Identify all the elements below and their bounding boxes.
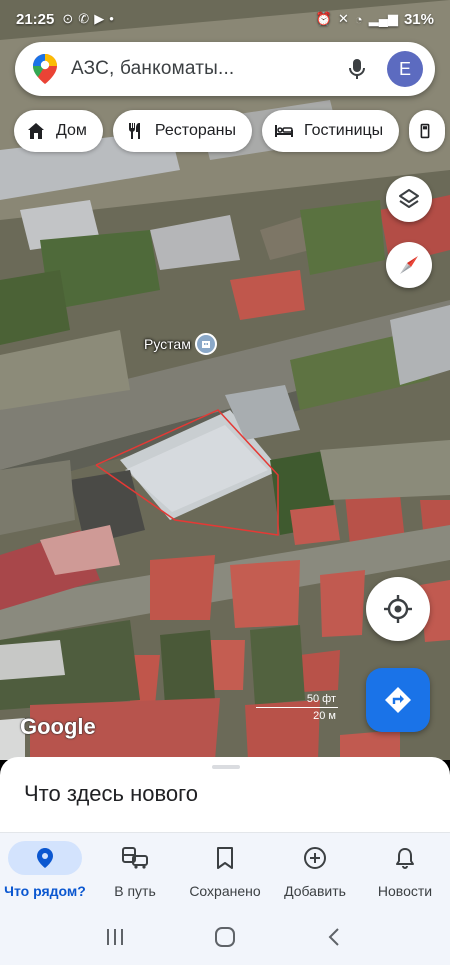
nav-icon-wrap (8, 841, 82, 875)
nav-contribute[interactable]: Добавить (270, 833, 360, 908)
nav-go[interactable]: В путь (90, 833, 180, 908)
nav-label: Новости (377, 883, 433, 899)
sheet-handle[interactable] (212, 765, 240, 769)
chip-label: Рестораны (154, 122, 236, 139)
bookmark-icon (217, 847, 233, 869)
bell-icon (396, 848, 414, 869)
category-chips: Дом Рестораны Гостиницы (14, 110, 446, 152)
layers-button[interactable] (386, 176, 432, 222)
place-name: Рустам (144, 336, 191, 352)
add-circle-icon (304, 847, 326, 869)
back-icon[interactable] (324, 926, 346, 948)
nav-saved[interactable]: Сохранено (180, 833, 270, 908)
bottom-nav: Что рядом? В путь Сохранено Добавить Нов… (0, 832, 450, 908)
sheet-title: Что здесь нового (24, 781, 198, 806)
system-nav-bar (0, 908, 450, 965)
mic-icon[interactable] (345, 57, 369, 81)
signal-icon: ▂▄▆ (368, 11, 398, 26)
compass-icon (400, 256, 418, 274)
nav-icon-wrap (278, 841, 352, 875)
place-pin-icon (194, 333, 217, 355)
nav-explore[interactable]: Что рядом? (0, 833, 90, 908)
crosshair-icon (384, 595, 412, 623)
scale-feet: 50 фт (306, 693, 336, 705)
nav-icon-wrap (98, 841, 172, 875)
status-bar: 21:25 ⊙ ✆ ▶ • ⏰ ✕ ◔ ▂▄▆ 31% (0, 0, 450, 38)
place-marker-rustam[interactable]: Рустам (144, 333, 217, 355)
chip-label: Гостиницы (303, 122, 384, 139)
compass-button[interactable] (386, 242, 432, 288)
chip-home[interactable]: Дом (14, 110, 103, 152)
gas-station-icon (420, 123, 430, 139)
google-logo: Google (20, 714, 96, 739)
hotel-icon (274, 125, 293, 137)
search-input[interactable]: АЗС, банкоматы... (71, 58, 345, 80)
location-pin-icon (37, 848, 53, 868)
chip-restaurants[interactable]: Рестораны (112, 110, 252, 152)
directions-button[interactable] (366, 668, 430, 732)
mute-icon: ✕ (337, 11, 349, 26)
layers-icon (399, 189, 419, 208)
status-right: ⏰ ✕ ◔ ▂▄▆ 31% (316, 11, 434, 28)
nav-label: Добавить (284, 883, 346, 899)
nav-icon-wrap (188, 841, 262, 875)
nav-label: Сохранено (189, 883, 261, 899)
restaurant-icon (128, 123, 140, 139)
more-dots-icon: • (109, 11, 114, 26)
chip-label: Дом (56, 122, 87, 139)
battery-level: 31% (403, 10, 434, 28)
settings-notification-icon: ⊙ (62, 11, 74, 26)
recent-apps-icon[interactable] (104, 926, 126, 948)
nav-label: В путь (114, 883, 156, 899)
wifi-icon: ◔ (354, 11, 363, 27)
google-maps-pin-icon (33, 54, 57, 84)
nav-updates[interactable]: Новости (360, 833, 450, 908)
avatar[interactable]: E (387, 51, 423, 87)
chip-hotels[interactable]: Гостиницы (261, 110, 400, 152)
home-button-icon[interactable] (214, 926, 236, 948)
status-time: 21:25 (16, 10, 55, 28)
search-bar[interactable]: АЗС, банкоматы... E (15, 42, 435, 96)
home-icon (28, 123, 44, 139)
alarm-icon: ⏰ (315, 11, 332, 26)
scale-bar (256, 707, 338, 708)
notification-icons: ⊙ ✆ ▶ • (62, 11, 113, 27)
commute-icon (122, 847, 148, 869)
chip-gas-station[interactable] (409, 110, 446, 152)
my-location-button[interactable] (366, 577, 430, 641)
nav-icon-wrap (368, 841, 442, 875)
nav-label: Что рядом? (4, 883, 86, 899)
whatsapp-icon: ✆ (78, 11, 90, 26)
map-scale: 50 фт 20 м (256, 693, 338, 723)
directions-icon (385, 687, 411, 713)
youtube-icon: ▶ (94, 11, 105, 26)
scale-meters: 20 м (313, 710, 336, 722)
